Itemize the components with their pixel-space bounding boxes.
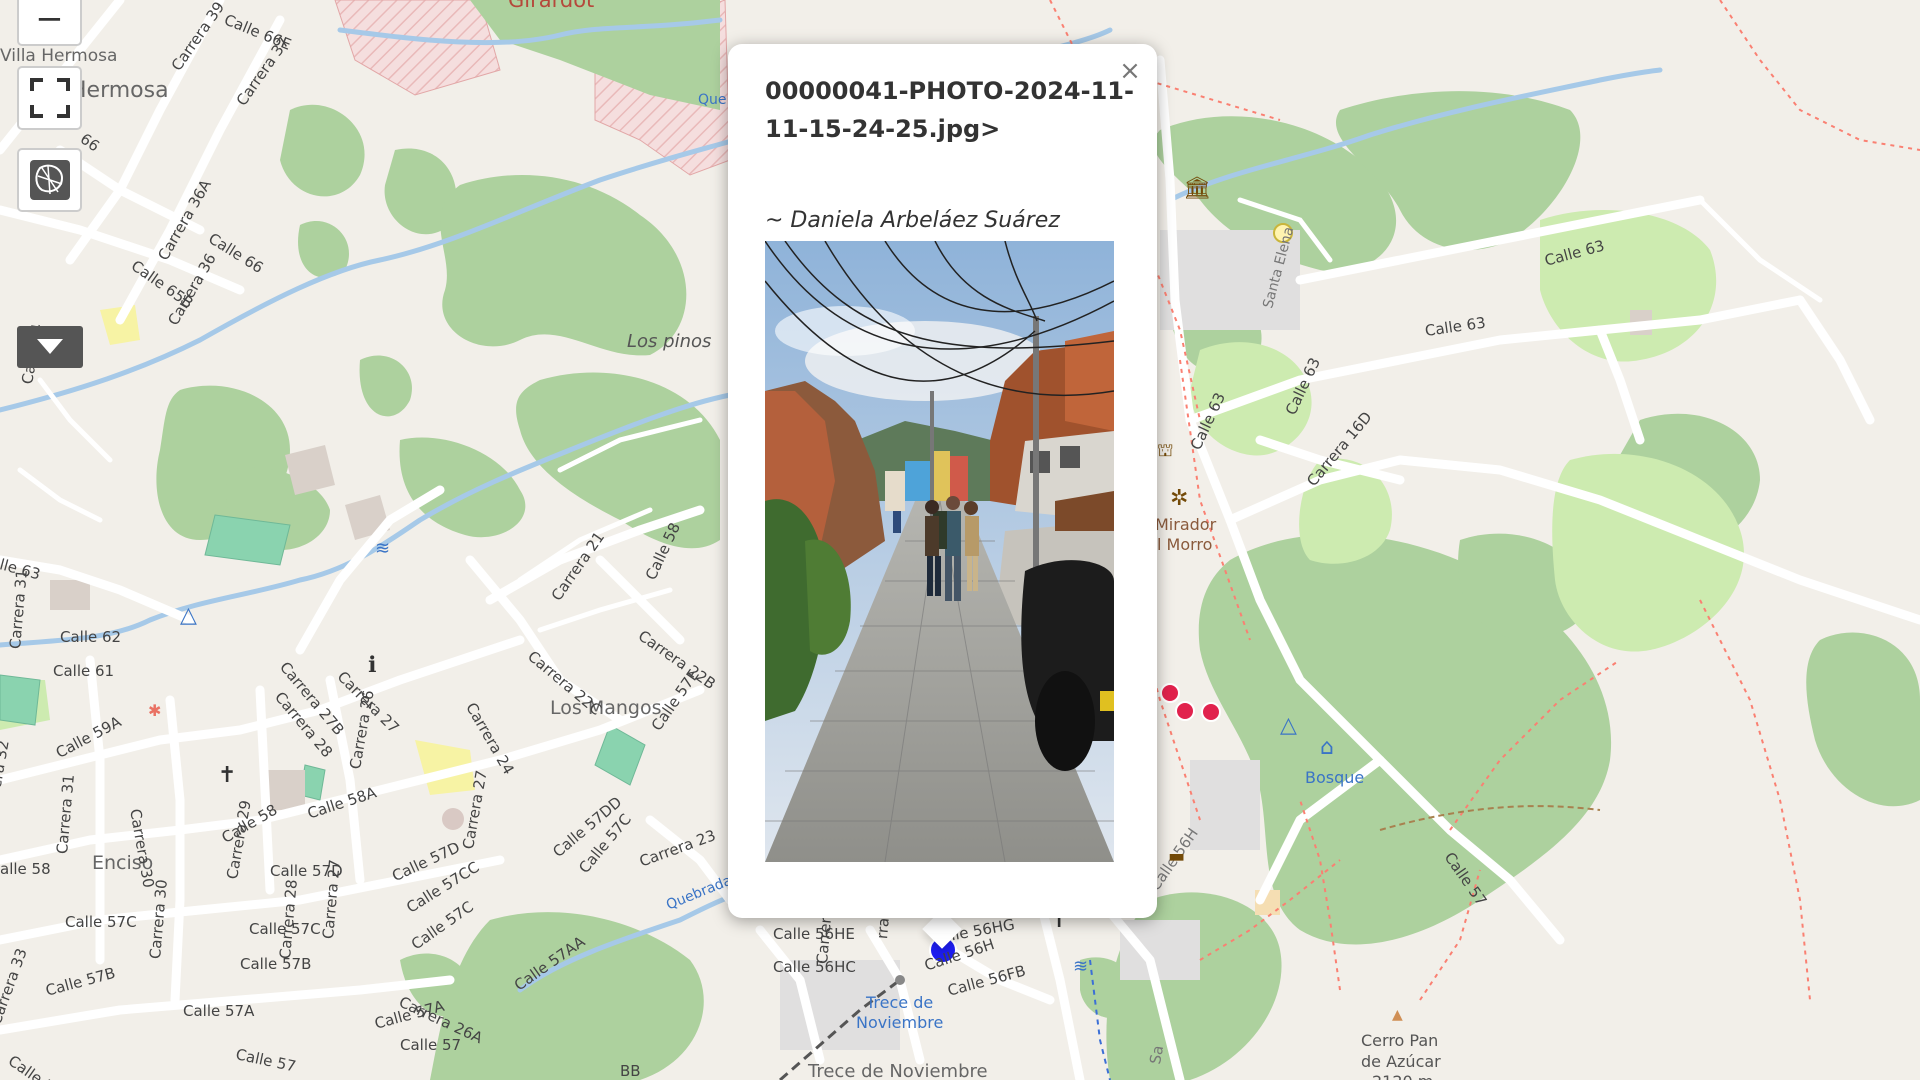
shelter-icon[interactable]: ⌂: [1320, 737, 1334, 759]
zoom-out-label: −: [35, 0, 64, 39]
peak-icon[interactable]: ▲: [1392, 1008, 1403, 1022]
popup-title: 00000041-PHOTO-2024-11-11-15-24-25.jpg>: [765, 77, 1134, 143]
place-label: Villa Hermosa: [0, 46, 118, 66]
fullscreen-button[interactable]: [17, 66, 82, 130]
layers-button[interactable]: [17, 148, 82, 212]
camp-icon[interactable]: △: [180, 605, 197, 627]
layer-dropdown-button[interactable]: [17, 326, 83, 368]
place-label: de Azúcar: [1361, 1052, 1441, 1071]
street-label: Calle 57: [400, 1036, 462, 1054]
street-label: Calle 61: [53, 662, 115, 680]
place-label: Hermosa: [70, 78, 169, 103]
street-label: Calle 56HE: [773, 925, 855, 943]
place-label: Trece de Noviembre: [808, 1061, 988, 1080]
street-photo[interactable]: [765, 241, 1114, 862]
info-icon[interactable]: ℹ: [368, 655, 376, 677]
place-label: Los pinos: [627, 331, 712, 352]
street-label: Calle 57C: [65, 913, 137, 931]
zoom-out-button[interactable]: −: [17, 0, 82, 46]
pumping-station-icon[interactable]: ≋: [1073, 958, 1088, 976]
place-label: Los Mangos: [550, 697, 662, 719]
place-label: Bosque: [1305, 768, 1365, 787]
place-label: Cerro Pan: [1361, 1031, 1439, 1050]
street-label: BB: [620, 1062, 641, 1080]
street-label: alle 58: [0, 860, 51, 878]
church-icon[interactable]: ✝: [218, 765, 236, 787]
pumping-station-icon[interactable]: ≋: [375, 540, 390, 558]
bus-stop-icon[interactable]: ✱: [148, 703, 161, 719]
fullscreen-icon: [29, 78, 70, 118]
castle-icon[interactable]: ⛫: [1157, 442, 1174, 460]
layers-icon: [29, 160, 70, 200]
place-label: Noviembre: [856, 1013, 944, 1032]
popup-author: ~ Daniela Arbeláez Suárez: [765, 208, 1060, 233]
museum-icon[interactable]: 🏛: [1183, 178, 1211, 200]
street-label: Calle 57A: [183, 1002, 255, 1020]
library-icon[interactable]: ▬: [1168, 848, 1185, 866]
place-label: Que: [698, 92, 727, 108]
street-label: Sa: [1146, 1044, 1168, 1066]
photo-popup: × 00000041-PHOTO-2024-11-11-15-24-25.jpg…: [728, 44, 1157, 918]
street-label: Calle 57B: [240, 955, 312, 973]
place-label: Girardot: [508, 0, 595, 12]
place-label: Trece de: [866, 993, 934, 1012]
place-label: Mirador: [1155, 515, 1217, 534]
viewpoint-icon[interactable]: ✲: [1170, 488, 1188, 510]
place-label: 2120 m: [1372, 1072, 1433, 1080]
caret-down-icon: [37, 339, 63, 354]
place-label: l Morro: [1157, 535, 1213, 554]
street-photo-image: [765, 241, 1114, 862]
camp-icon[interactable]: △: [1280, 715, 1297, 737]
street-label: Calle 62: [60, 628, 122, 646]
